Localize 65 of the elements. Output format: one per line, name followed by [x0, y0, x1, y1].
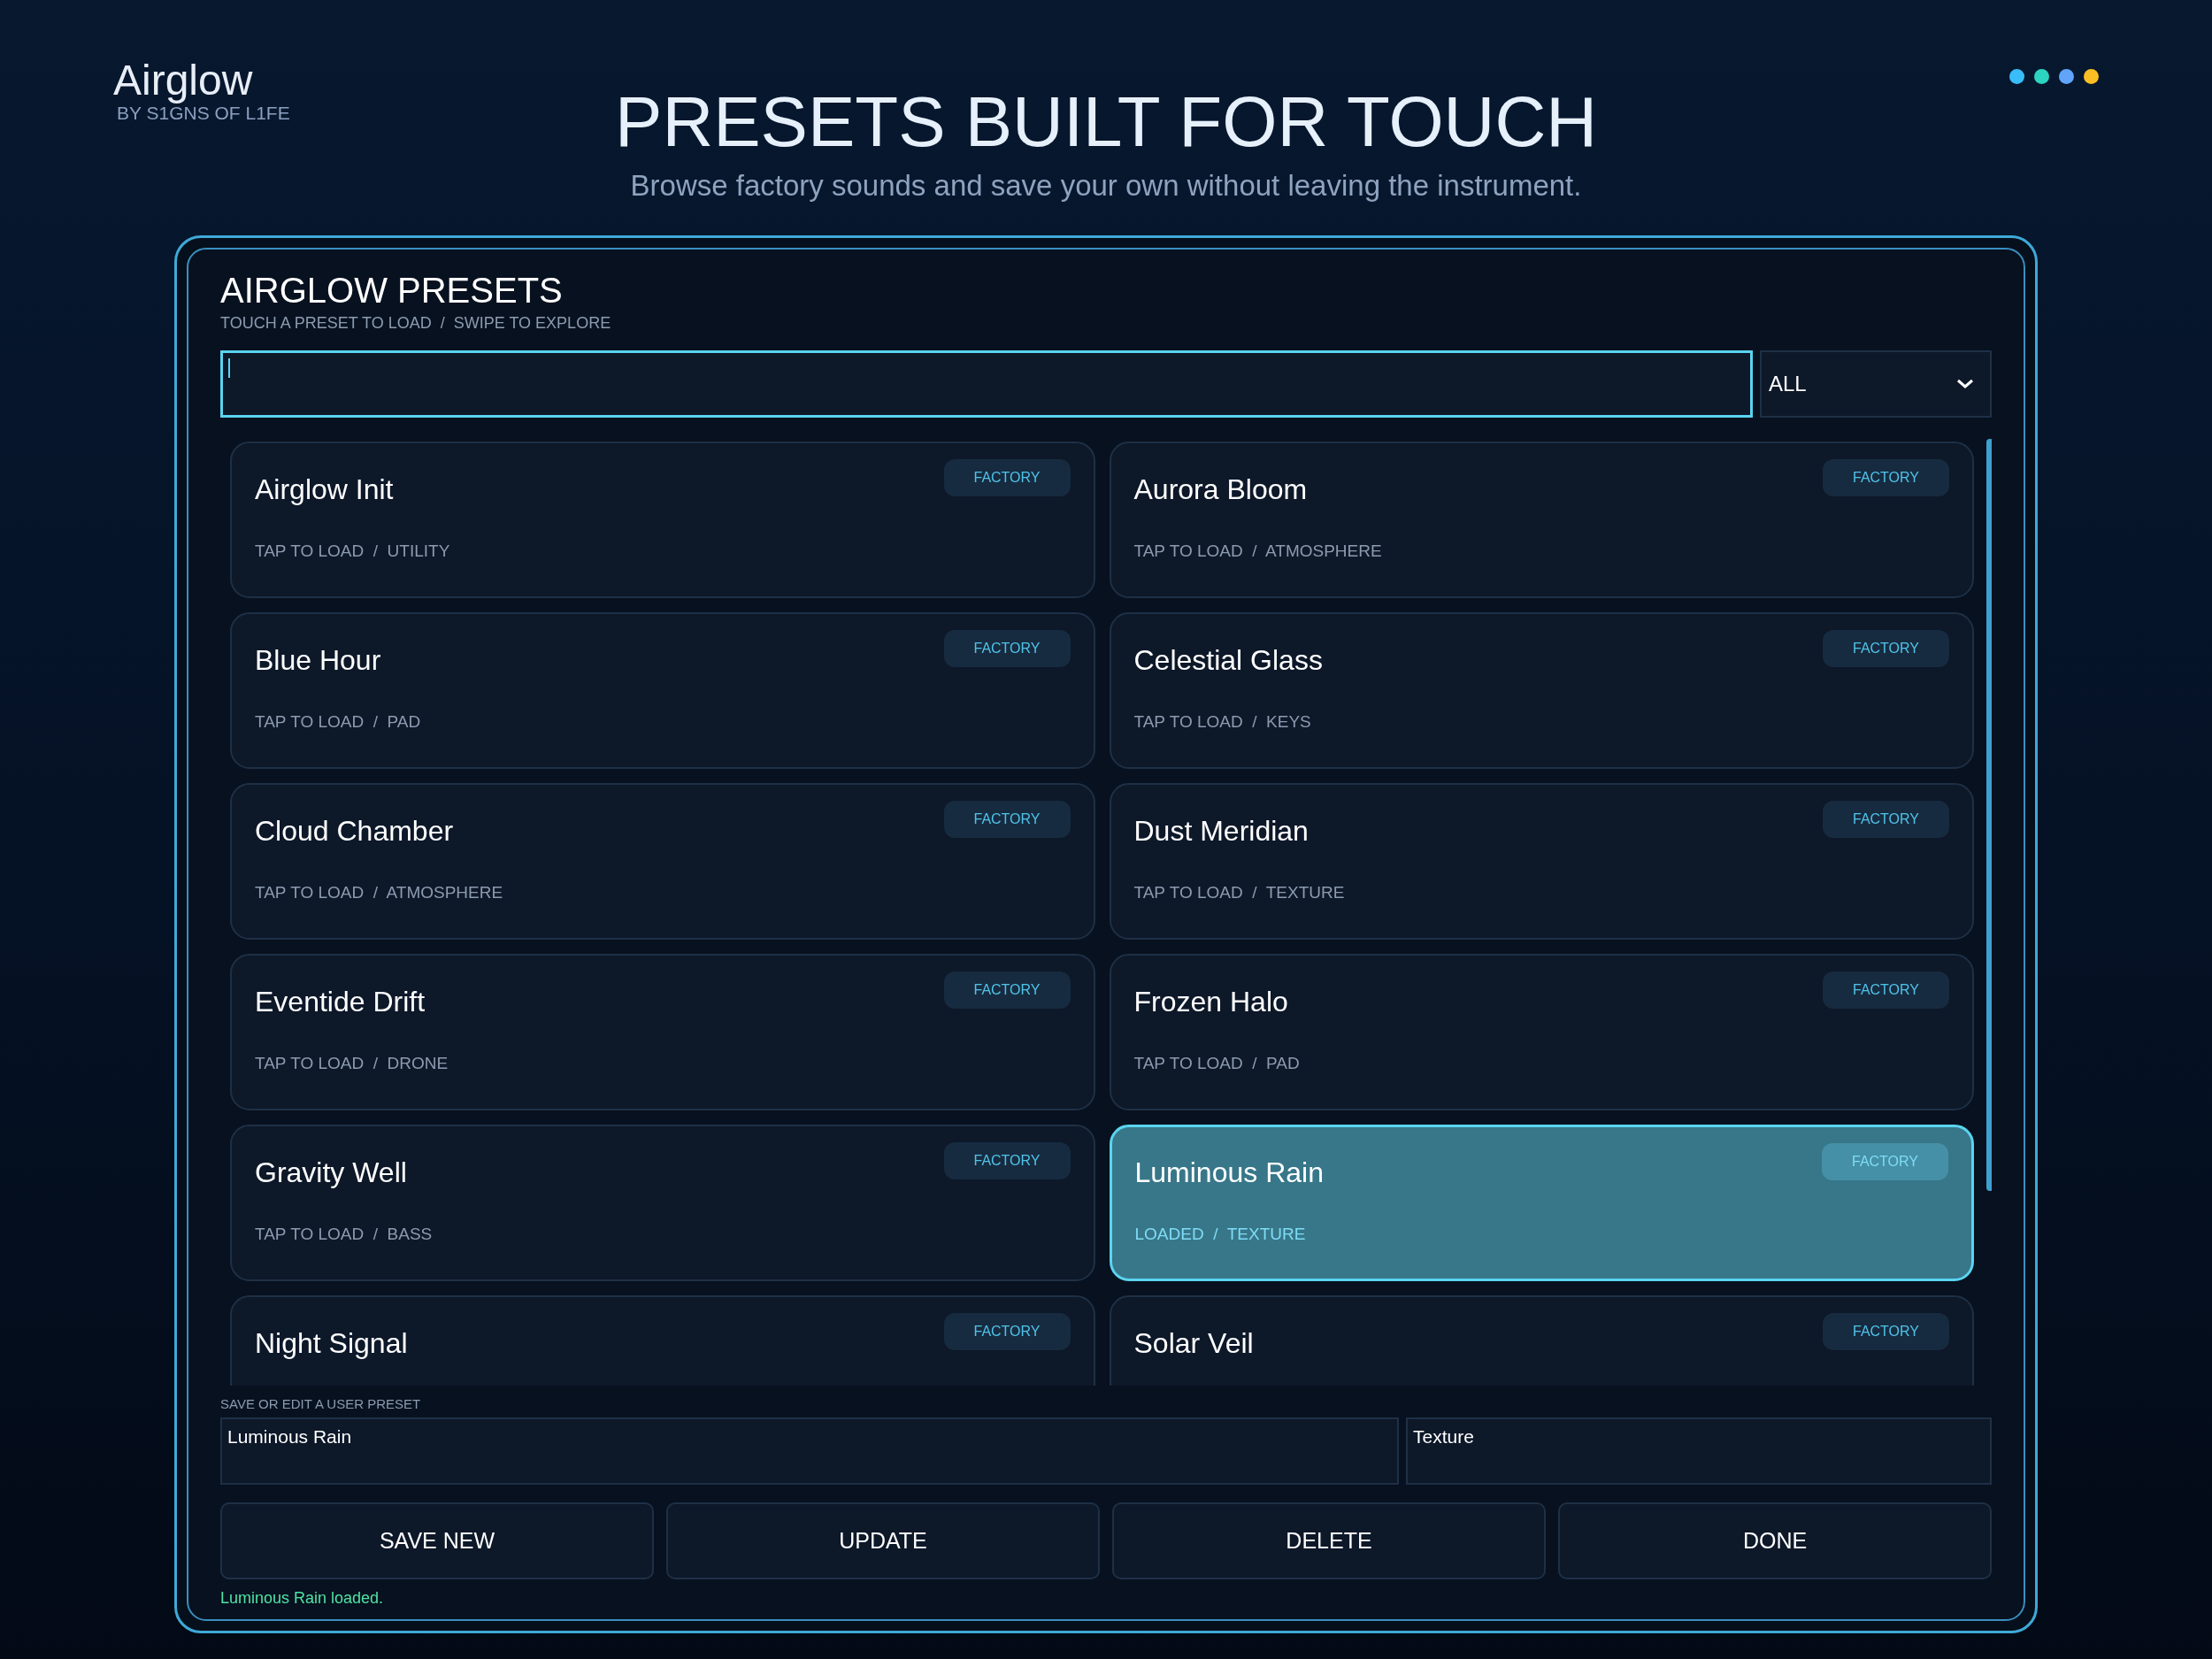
preset-meta: TAP TO LOAD / BASS: [255, 1224, 434, 1245]
preset-badge: FACTORY: [1823, 1313, 1949, 1350]
preset-card[interactable]: Cloud Chamber FACTORY TAP TO LOAD / ATMOSPHERE: [230, 783, 1095, 940]
preset-meta: TAP TO LOAD / PAD: [255, 711, 422, 733]
preset-name: Blue Hour: [255, 643, 381, 678]
preset-card[interactable]: Solar Veil FACTORY: [1109, 1295, 1974, 1386]
preset-name: Celestial Glass: [1133, 643, 1323, 678]
preset-badge: FACTORY: [1823, 801, 1949, 838]
preset-name: Eventide Drift: [255, 985, 426, 1019]
preset-meta: TAP TO LOAD / KEYS: [1133, 711, 1312, 733]
preset-name: Luminous Rain: [1134, 1156, 1324, 1190]
preset-card[interactable]: Gravity Well FACTORY TAP TO LOAD / BASS: [230, 1125, 1095, 1281]
preset-name: Dust Meridian: [1133, 814, 1309, 849]
preset-badge: FACTORY: [1823, 459, 1949, 496]
brand-byline: BY S1GNS OF L1FE: [117, 103, 290, 124]
scrollbar[interactable]: [1986, 439, 1992, 1191]
preset-name: Aurora Bloom: [1133, 472, 1308, 507]
preset-card[interactable]: Dust Meridian FACTORY TAP TO LOAD / TEXTURE: [1109, 783, 1974, 940]
action-button[interactable]: UPDATE: [666, 1502, 1100, 1579]
preset-card[interactable]: Aurora Bloom FACTORY TAP TO LOAD / ATMOSPHERE: [1109, 442, 1974, 598]
action-button[interactable]: SAVE NEW: [220, 1502, 654, 1579]
preset-badge: FACTORY: [943, 801, 1071, 838]
search-field[interactable]: [220, 350, 1753, 418]
preset-card[interactable]: Frozen Halo FACTORY TAP TO LOAD / PAD: [1109, 954, 1974, 1110]
preset-card[interactable]: Airglow Init FACTORY TAP TO LOAD / UTILITY: [230, 442, 1095, 598]
status-message: Luminous Rain loaded.: [220, 1588, 385, 1608]
preset-name: Airglow Init: [255, 472, 394, 507]
category-dropdown[interactable]: ALL: [1760, 350, 1992, 418]
preset-meta: TAP TO LOAD / PAD: [1133, 1053, 1301, 1074]
preset-name: Solar Veil: [1133, 1326, 1254, 1361]
panel-hint: TOUCH A PRESET TO LOAD / SWIPE TO EXPLORE: [220, 313, 612, 333]
preset-name: Gravity Well: [255, 1156, 407, 1190]
preset-badge: FACTORY: [943, 1313, 1071, 1350]
preset-card[interactable]: Luminous Rain FACTORY LOADED / TEXTURE: [1109, 1125, 1974, 1281]
preset-meta: TAP TO LOAD / ATMOSPHERE: [255, 882, 504, 903]
category-field[interactable]: Texture: [1406, 1417, 1992, 1485]
preset-badge: FACTORY: [1822, 1143, 1948, 1180]
action-button[interactable]: DELETE: [1112, 1502, 1546, 1579]
page-title: PRESETS BUILT FOR TOUCH: [615, 81, 1597, 163]
preset-name: Frozen Halo: [1133, 985, 1288, 1019]
preset-meta: TAP TO LOAD / TEXTURE: [1133, 882, 1346, 903]
action-button[interactable]: DONE: [1558, 1502, 1992, 1579]
preset-meta: TAP TO LOAD / UTILITY: [255, 541, 451, 562]
preset-card[interactable]: Celestial Glass FACTORY TAP TO LOAD / KEYS: [1109, 612, 1974, 769]
preset-badge: FACTORY: [1823, 972, 1949, 1009]
preset-badge: FACTORY: [943, 1142, 1071, 1179]
brand-name: Airglow: [113, 58, 253, 103]
preset-badge: FACTORY: [1823, 630, 1949, 667]
chevron-down-icon: [1956, 379, 1974, 389]
preset-badge: FACTORY: [943, 459, 1071, 496]
page-subtitle: Browse factory sounds and save your own without leaving the instrument.: [630, 168, 1582, 204]
preset-card[interactable]: Blue Hour FACTORY TAP TO LOAD / PAD: [230, 612, 1095, 769]
preset-name: Night Signal: [255, 1326, 408, 1361]
preset-name-field[interactable]: Luminous Rain: [220, 1417, 1399, 1485]
panel-title: AIRGLOW PRESETS: [220, 270, 564, 311]
preset-meta: LOADED / TEXTURE: [1134, 1224, 1307, 1245]
editor-label: SAVE OR EDIT A USER PRESET: [220, 1396, 422, 1412]
preset-name: Cloud Chamber: [255, 814, 454, 849]
preset-badge: FACTORY: [943, 630, 1071, 667]
preset-card[interactable]: Night Signal FACTORY: [230, 1295, 1095, 1386]
preset-badge: FACTORY: [943, 972, 1071, 1009]
preset-meta: TAP TO LOAD / ATMOSPHERE: [1133, 541, 1383, 562]
preset-card[interactable]: Eventide Drift FACTORY TAP TO LOAD / DRONE: [230, 954, 1095, 1110]
preset-meta: TAP TO LOAD / DRONE: [255, 1053, 449, 1074]
text-caret-icon: [228, 358, 230, 378]
